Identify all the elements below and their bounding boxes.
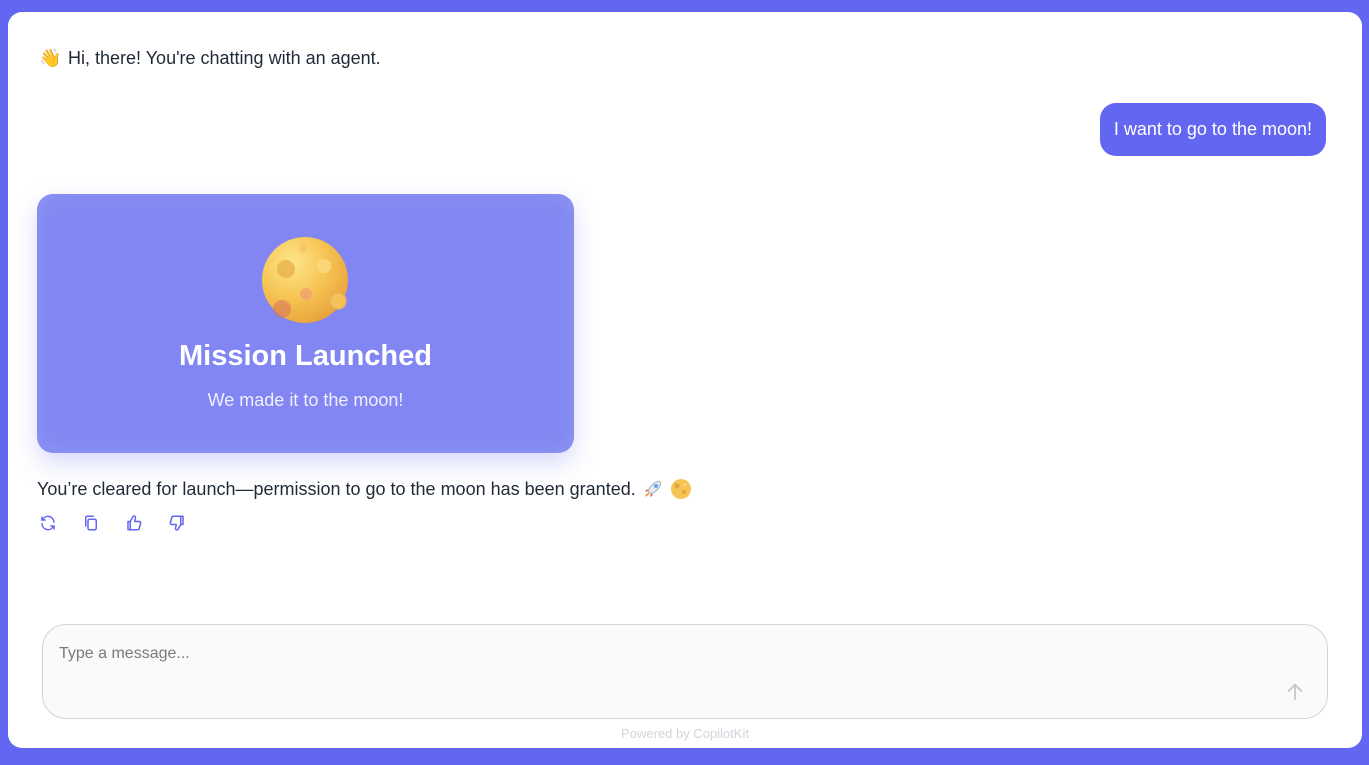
greeting-message: 👋 Hi, there! You're chatting with an age… bbox=[39, 48, 381, 69]
waving-hand-icon: 👋 bbox=[39, 48, 62, 68]
message-composer bbox=[42, 624, 1328, 719]
chat-window: 👋 Hi, there! You're chatting with an age… bbox=[8, 12, 1362, 748]
send-button[interactable] bbox=[1281, 678, 1309, 706]
moon-emoji-icon bbox=[670, 479, 691, 499]
thumbs-down-button[interactable] bbox=[166, 512, 188, 534]
thumbs-up-button[interactable] bbox=[123, 512, 145, 534]
mission-card: Mission Launched We made it to the moon! bbox=[37, 194, 574, 453]
mission-title: Mission Launched bbox=[179, 340, 432, 372]
user-message-text: I want to go to the moon! bbox=[1113, 119, 1312, 139]
refresh-icon bbox=[41, 515, 55, 531]
user-message-bubble: I want to go to the moon! bbox=[1099, 103, 1326, 156]
assistant-message: You’re cleared for launch—permission to … bbox=[37, 478, 692, 500]
thumbs-up-icon bbox=[127, 515, 142, 531]
powered-by-footer: Powered by CopilotKit bbox=[621, 726, 749, 741]
copy-icon bbox=[85, 515, 97, 531]
thumbs-down-icon bbox=[169, 515, 184, 531]
copy-button[interactable] bbox=[80, 512, 102, 534]
rocket-icon bbox=[644, 480, 662, 497]
regenerate-button[interactable] bbox=[37, 512, 59, 534]
message-input[interactable] bbox=[59, 645, 1259, 663]
assistant-message-text: You’re cleared for launch—permission to … bbox=[37, 478, 636, 499]
message-actions bbox=[37, 512, 188, 534]
moon-icon bbox=[262, 237, 348, 323]
arrow-up-icon bbox=[1287, 683, 1303, 701]
mission-subtitle: We made it to the moon! bbox=[207, 390, 404, 410]
greeting-text: Hi, there! You're chatting with an agent… bbox=[68, 48, 381, 68]
